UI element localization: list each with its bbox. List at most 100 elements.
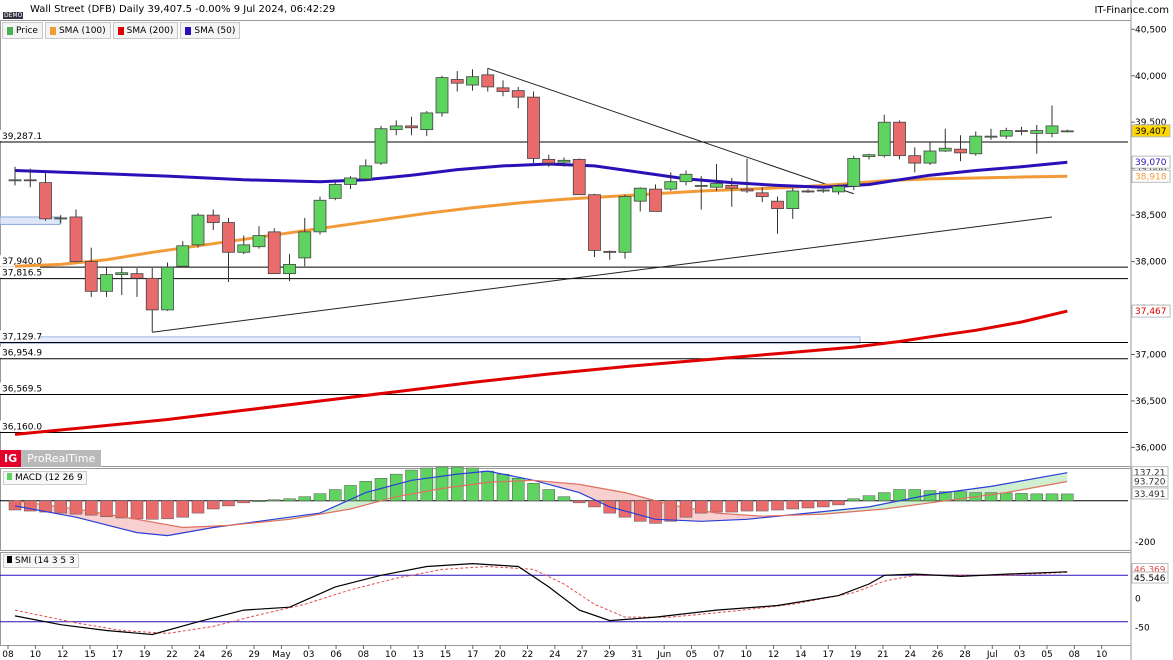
macd-histogram-bar [771, 500, 784, 511]
smi-swatch-icon [7, 556, 12, 563]
candle-body [664, 181, 678, 190]
macd-histogram-bar [725, 500, 738, 513]
x-tick-label: 08 [1069, 650, 1081, 660]
macd-histogram-bar [878, 492, 891, 502]
macd-histogram-bar [176, 500, 189, 518]
macd-histogram-bar [451, 466, 464, 502]
candle-body [893, 121, 906, 157]
candle-body [237, 244, 251, 253]
legend-swatch-icon [7, 26, 13, 35]
smi-label-text: SMI (14 3 5 3 [15, 556, 75, 566]
macd-histogram-bar [542, 489, 555, 502]
level-label: 39,287.1 [2, 132, 42, 142]
candle-body [328, 184, 342, 199]
x-tick-label: 15 [84, 650, 95, 660]
macd-histogram-bar [85, 500, 98, 516]
x-tick-label: Jul [986, 650, 998, 660]
candle-body [100, 274, 113, 292]
candle-body [710, 183, 723, 188]
price-tag-label: 39,070 [1135, 158, 1167, 168]
candle-body [1030, 130, 1044, 134]
candle-body [908, 155, 922, 164]
candle-body [84, 261, 98, 292]
legend-item-sma100[interactable]: SMA (100) [44, 22, 111, 39]
macd-swatch-icon [7, 473, 12, 480]
x-tick-label: 21 [877, 650, 888, 660]
price-legend: Price SMA (100) SMA (200) SMA (50) [2, 22, 241, 39]
y-tick-label: 38,000 [1135, 258, 1167, 268]
y-tick-label: 37,000 [1135, 351, 1167, 361]
macd-histogram-bar [237, 500, 250, 504]
candle-body [481, 74, 495, 88]
macd-histogram-bar [1045, 493, 1059, 502]
smi-y-tick-label: -50 [1135, 624, 1150, 634]
macd-histogram-bar [329, 489, 342, 502]
x-tick-label: 08 [358, 650, 370, 660]
legend-swatch-icon [117, 26, 124, 35]
x-tick-label: 12 [57, 650, 68, 660]
macd-histogram-bar [191, 500, 205, 514]
candle-body [923, 150, 937, 164]
candle-body [877, 121, 891, 157]
x-tick-label: 10 [30, 650, 42, 660]
platform-name: ProRealTime [27, 452, 96, 465]
macd-histogram-bar [298, 496, 311, 502]
macd-histogram-bar [496, 473, 510, 502]
platform-branding: IG ProRealTime [0, 450, 102, 467]
smi-panel-label[interactable]: SMI (14 3 5 3 [3, 554, 79, 568]
legend-item-sma200[interactable]: SMA (200) [112, 22, 179, 39]
candle-body [450, 79, 464, 84]
sma50-line [14, 160, 1068, 189]
candle-body [847, 158, 861, 187]
price-tag-label: 38,918 [1135, 172, 1167, 182]
x-tick-label: 05 [686, 650, 697, 660]
legend-item-label: Price [16, 25, 38, 36]
candle-body [572, 158, 586, 196]
x-tick-label: 29 [604, 650, 616, 660]
candle-body [740, 188, 754, 192]
macd-price-tag-label: 33.491 [1134, 490, 1166, 500]
x-tick-label: May [272, 650, 291, 660]
y-tick-label: 36,000 [1135, 443, 1167, 453]
candle-body [145, 277, 159, 311]
macd-histogram-bar [8, 500, 22, 511]
x-tick-label: 22 [522, 650, 533, 660]
x-tick-label: 03 [1014, 650, 1025, 660]
x-tick-label: 26 [932, 650, 944, 660]
candle-body [496, 87, 510, 92]
legend-item-sma50[interactable]: SMA (50) [180, 22, 241, 39]
legend-item-price[interactable]: Price [2, 22, 43, 39]
candle-body [694, 184, 708, 187]
macd-histogram-bar [634, 500, 647, 522]
x-tick-label: 27 [576, 650, 587, 660]
candle-body [984, 135, 998, 138]
candle-body [511, 90, 525, 98]
macd-histogram-bar [817, 500, 830, 508]
candle-body [755, 192, 769, 197]
candle-body [1060, 130, 1074, 133]
macd-histogram-bar [573, 500, 586, 504]
candle-body [54, 217, 68, 220]
macd-histogram-bar [130, 500, 144, 520]
x-tick-label: 14 [795, 650, 807, 660]
x-tick-label: 08 [2, 650, 14, 660]
macd-histogram-bar [786, 500, 799, 510]
macd-histogram-bar [756, 500, 769, 512]
macd-histogram-bar [405, 469, 418, 502]
macd-histogram-bar [679, 500, 693, 518]
x-tick-label: 24 [194, 650, 206, 660]
macd-histogram-bar [481, 470, 494, 502]
macd-histogram-bar [435, 466, 449, 502]
macd-histogram-bar [862, 495, 876, 502]
candle-body [39, 182, 52, 220]
macd-histogram-bar [313, 493, 327, 502]
candle-body [176, 245, 190, 267]
candle-body [466, 76, 479, 86]
candle-body [649, 188, 662, 212]
x-tick-label: 26 [221, 650, 233, 660]
macd-histogram-bar [1015, 493, 1028, 502]
candle-body [313, 199, 327, 233]
candle-body [283, 263, 296, 275]
macd-panel-label[interactable]: MACD (12 26 9 [3, 471, 87, 485]
macd-histogram-bar [252, 500, 266, 503]
